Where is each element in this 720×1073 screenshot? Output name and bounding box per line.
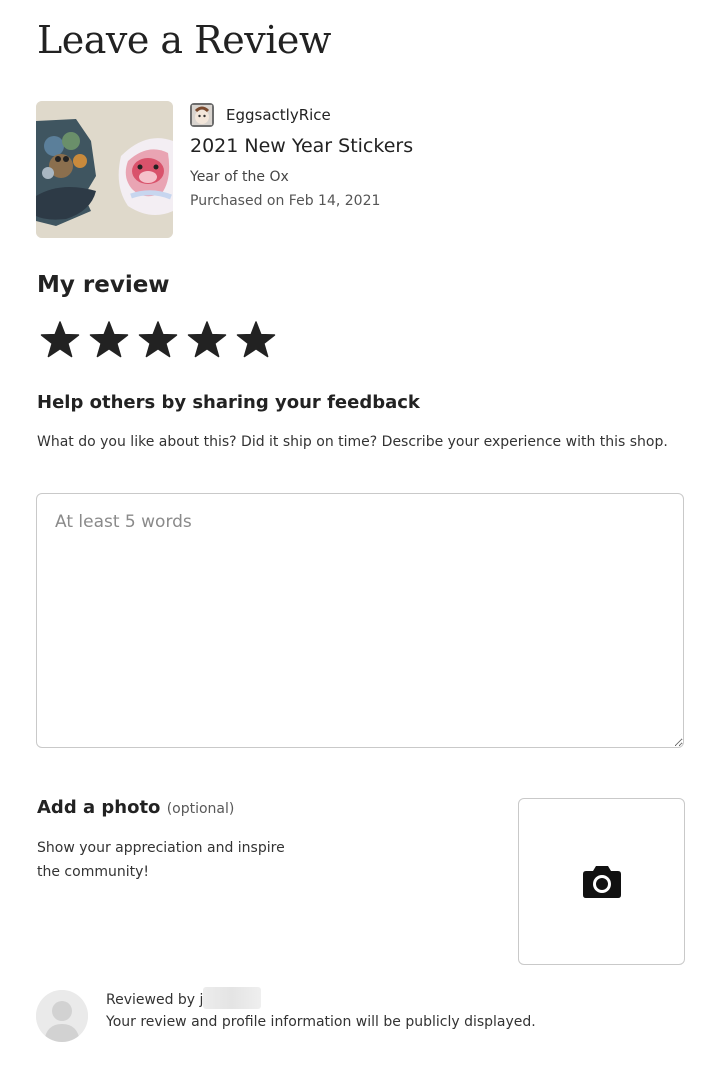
shop-name[interactable]: EggsactlyRice: [226, 106, 331, 124]
purchase-date: Purchased on Feb 14, 2021: [190, 193, 381, 209]
review-textarea[interactable]: [36, 493, 684, 748]
reviewed-by: Reviewed by j: [106, 987, 262, 1010]
add-photo-help-text: Show your appreciation and inspire the c…: [37, 840, 285, 880]
add-photo-label: Add a photo: [37, 797, 161, 818]
star-icon: [187, 321, 227, 358]
product-variant: Year of the Ox: [190, 169, 289, 185]
reviewer-avatar: [36, 990, 88, 1042]
product-title: 2021 New Year Stickers: [190, 135, 414, 157]
page-title: Leave a Review: [37, 18, 331, 62]
add-photo-heading: Add a photo (optional): [37, 797, 234, 818]
star-icon: [138, 321, 178, 358]
shop-info: EggsactlyRice: [190, 103, 331, 127]
public-notice: Your review and profile information will…: [106, 1014, 536, 1030]
sticker-image: [36, 101, 173, 238]
star-icon: [89, 321, 129, 358]
my-review-heading: My review: [37, 272, 170, 298]
add-photo-button[interactable]: [518, 798, 685, 965]
shop-avatar: [190, 103, 214, 127]
redacted-name: [203, 987, 262, 1009]
camera-icon: [582, 865, 621, 898]
star-icon: [40, 321, 80, 358]
feedback-heading: Help others by sharing your feedback: [37, 392, 420, 413]
reviewed-by-label: Reviewed by j: [106, 992, 204, 1008]
star-5-button[interactable]: [236, 318, 285, 362]
star-4-button[interactable]: [187, 318, 236, 362]
feedback-help-text: What do you like about this? Did it ship…: [37, 434, 668, 450]
star-2-button[interactable]: [89, 318, 138, 362]
star-icon: [236, 321, 276, 358]
star-3-button[interactable]: [138, 318, 187, 362]
star-1-button[interactable]: [40, 318, 89, 362]
product-thumbnail[interactable]: [36, 101, 173, 238]
optional-label: (optional): [166, 801, 235, 817]
star-rating: [40, 318, 285, 362]
